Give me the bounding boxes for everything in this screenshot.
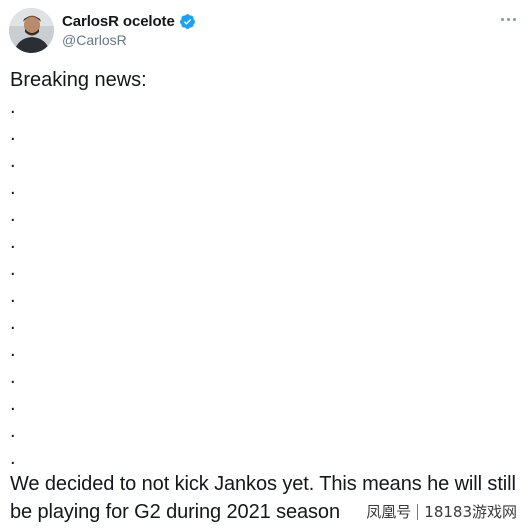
tweet-body: Breaking news: . . . . . . . . . . . . .… <box>10 66 520 472</box>
watermark: 凤凰号 18183游戏网 <box>360 499 523 524</box>
watermark-right: 18183游戏网 <box>424 503 517 521</box>
dot-line: . <box>10 366 16 388</box>
dot-list: . . . . . . . . . . . . . . <box>10 94 520 472</box>
display-name[interactable]: CarlosR ocelote <box>62 13 175 30</box>
dot-line: . <box>10 123 16 145</box>
dot-line: . <box>10 339 16 361</box>
handle[interactable]: @CarlosR <box>62 32 196 48</box>
dot-line: . <box>10 231 16 253</box>
watermark-left: 凤凰号 <box>366 503 412 521</box>
dot-line: . <box>10 177 16 199</box>
more-dot <box>500 17 504 21</box>
watermark-divider <box>417 503 419 520</box>
verified-badge-icon <box>179 13 195 29</box>
tweet-headline: Breaking news: <box>10 69 147 91</box>
author-block[interactable]: CarlosR ocelote @CarlosR <box>62 11 196 48</box>
dot-line: . <box>10 420 16 442</box>
dot-line: . <box>10 96 16 118</box>
more-options-icon[interactable] <box>497 10 519 28</box>
dot-line: . <box>10 258 16 280</box>
more-dot <box>512 17 516 21</box>
avatar-image <box>9 8 54 53</box>
dot-line: . <box>10 393 16 415</box>
dot-line: . <box>10 204 16 226</box>
avatar[interactable] <box>9 8 54 53</box>
dot-line: . <box>10 150 16 172</box>
dot-line: . <box>10 312 16 334</box>
dot-line: . <box>10 447 16 469</box>
display-name-row: CarlosR ocelote <box>62 11 196 31</box>
tweet-card: CarlosR ocelote @CarlosR Breaking news: … <box>0 0 531 530</box>
more-dot <box>506 17 510 21</box>
dot-line: . <box>10 285 16 307</box>
